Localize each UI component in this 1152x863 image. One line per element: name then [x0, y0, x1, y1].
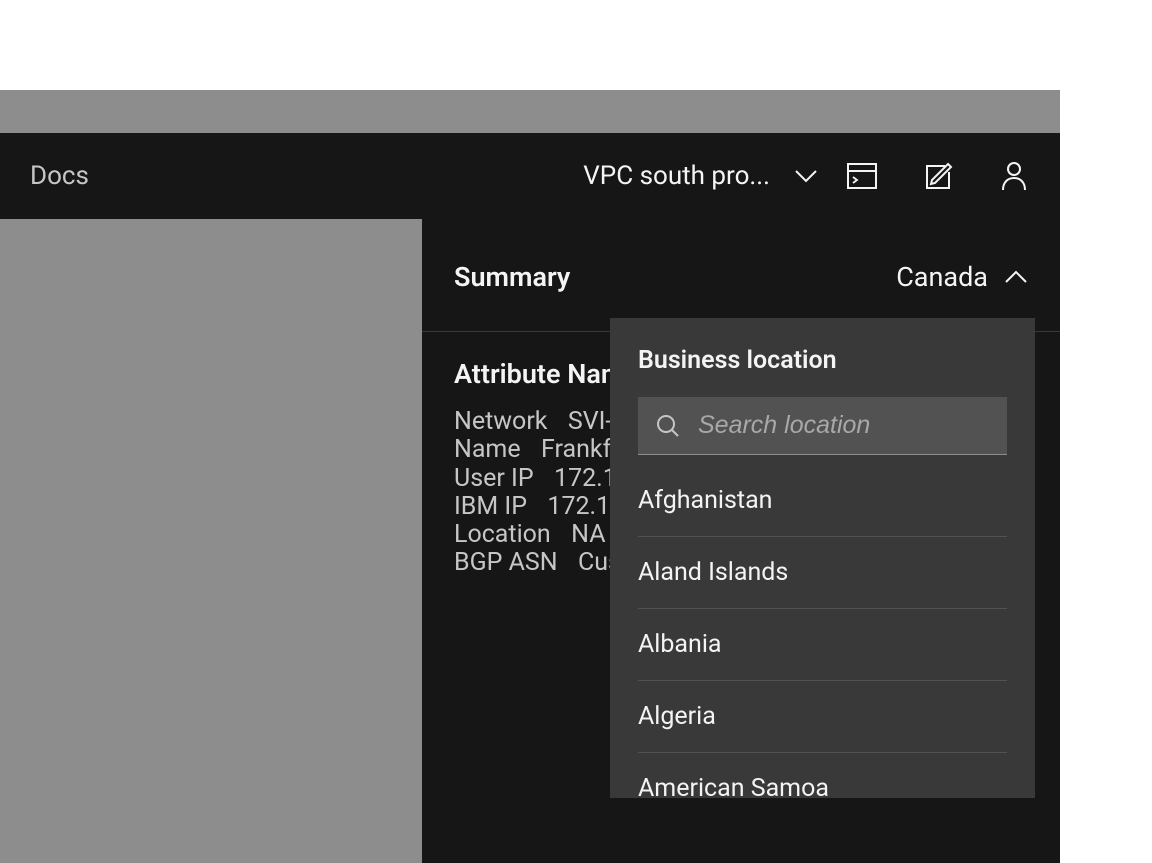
user-icon[interactable]: [998, 160, 1030, 192]
location-option[interactable]: Aland Islands: [638, 537, 1007, 609]
left-gray-block: [0, 219, 422, 481]
chevron-up-icon: [1004, 270, 1028, 284]
location-search-input[interactable]: [698, 411, 1024, 440]
selected-location-label: Canada: [896, 261, 988, 293]
dropdown-title: Business location: [638, 346, 1007, 375]
location-option[interactable]: Afghanistan: [638, 465, 1007, 537]
summary-title: Summary: [454, 261, 570, 293]
location-option[interactable]: American Samoa: [638, 753, 1007, 798]
edit-icon[interactable]: [922, 160, 954, 192]
docs-link[interactable]: Docs: [30, 161, 89, 191]
top-header-bar: Docs VPC south pro...: [0, 133, 1060, 219]
location-option[interactable]: Albania: [638, 609, 1007, 681]
terminal-icon[interactable]: [846, 160, 878, 192]
location-option-list: Afghanistan Aland Islands Albania Algeri…: [638, 465, 1007, 798]
chevron-down-icon: [794, 169, 818, 183]
location-dropdown-trigger[interactable]: Canada: [896, 261, 1028, 293]
location-search-box[interactable]: [638, 397, 1007, 455]
summary-header-row: Summary Canada: [422, 219, 1060, 332]
location-option[interactable]: Algeria: [638, 681, 1007, 753]
project-selector[interactable]: VPC south pro...: [583, 161, 818, 191]
search-icon: [656, 414, 680, 438]
business-location-dropdown: Business location Afghanistan Aland Isla…: [610, 318, 1035, 798]
project-name-label: VPC south pro...: [583, 161, 770, 191]
